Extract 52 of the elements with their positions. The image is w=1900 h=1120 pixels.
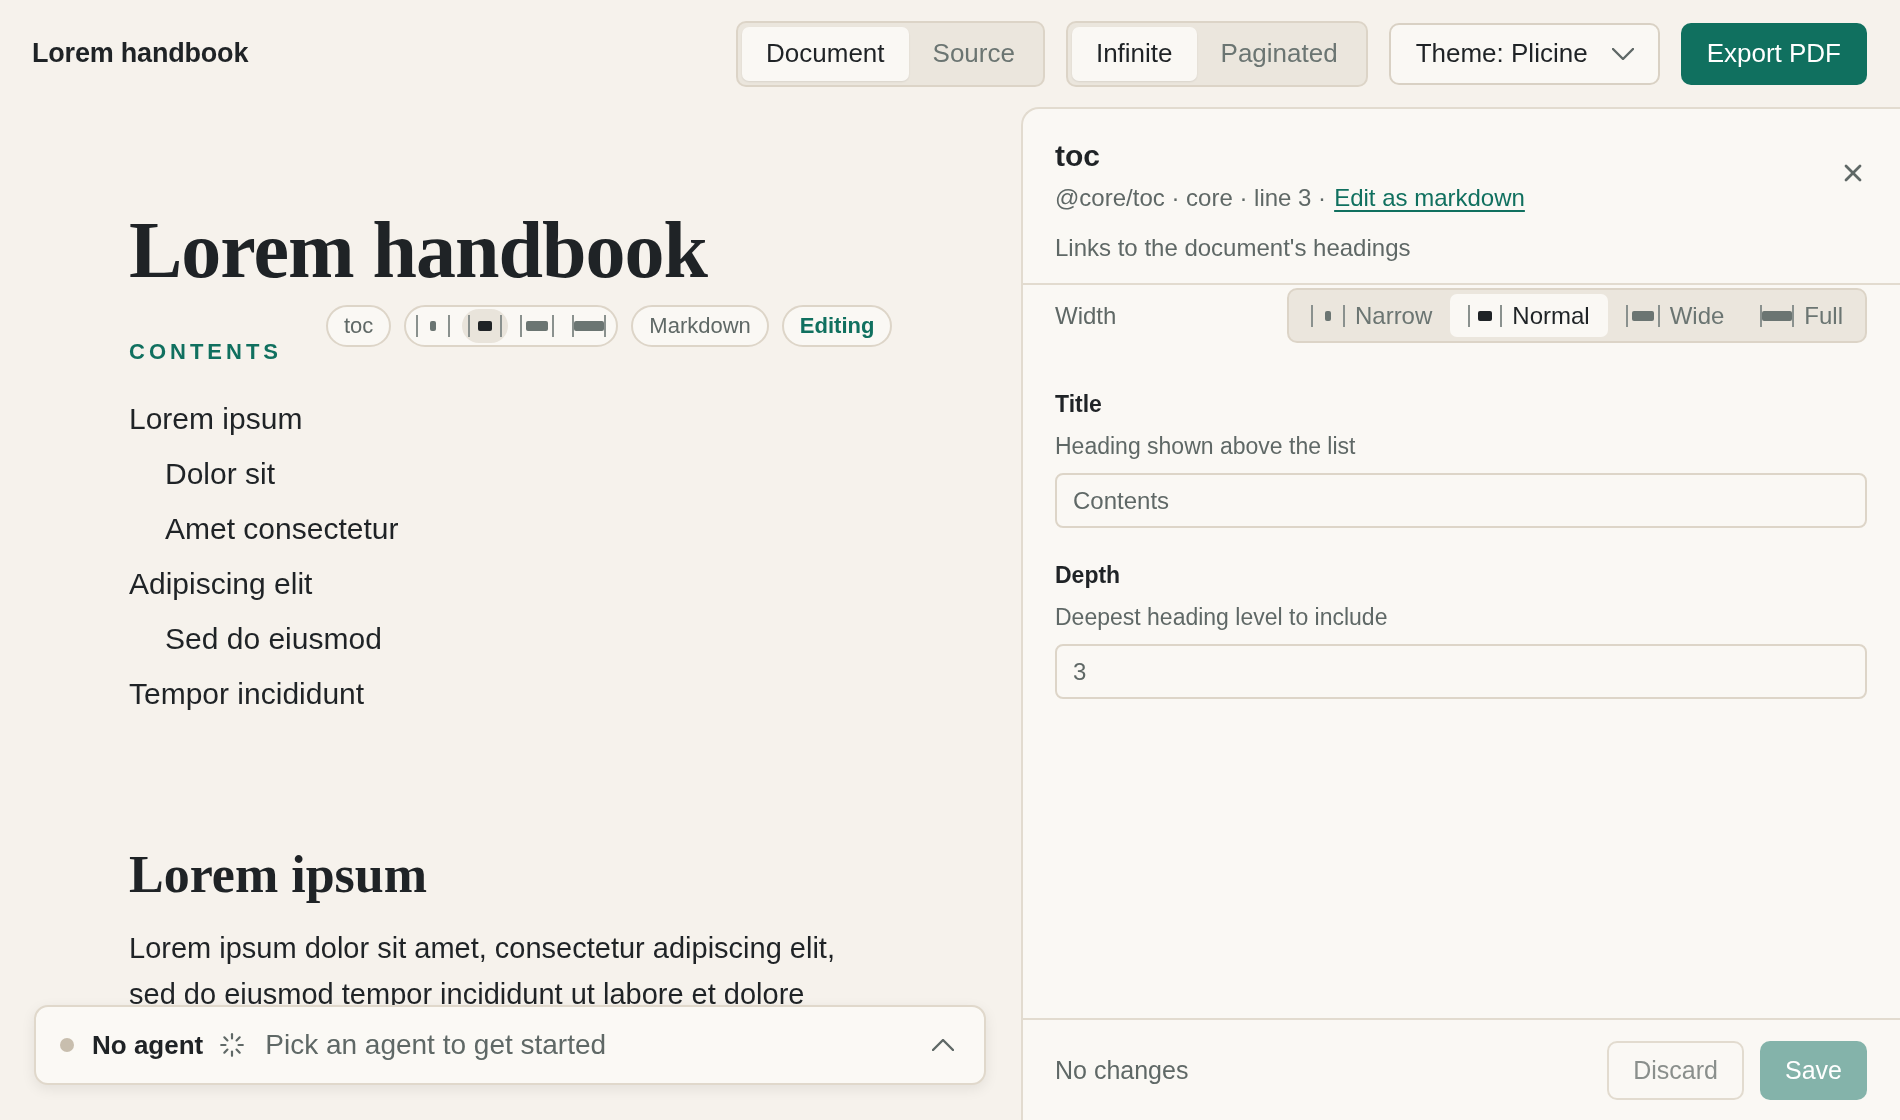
block-description: Links to the document's headings xyxy=(1055,233,1412,263)
toc-link[interactable]: Dolor sit xyxy=(165,446,276,501)
width-icon xyxy=(416,314,451,338)
width-icon xyxy=(1760,303,1795,328)
export-button[interactable]: Export PDF xyxy=(1680,22,1867,85)
theme-dropdown[interactable]: Theme: Plicine xyxy=(1388,22,1660,85)
editing-chip[interactable]: Editing xyxy=(781,305,893,347)
width-tab[interactable]: Normal xyxy=(1450,294,1608,337)
toc-link[interactable]: Lorem ipsum xyxy=(129,391,303,446)
agent-status: No agent xyxy=(92,1029,204,1061)
width-icon xyxy=(1468,303,1503,328)
status-dot xyxy=(60,1038,74,1052)
width-tab[interactable]: Full xyxy=(1742,294,1861,337)
toc-link[interactable]: Adipiscing elit xyxy=(129,556,313,611)
change-status: No changes xyxy=(1055,1055,1189,1085)
width-tab[interactable]: Narrow xyxy=(1292,294,1451,337)
input-field[interactable]: Contents xyxy=(1055,473,1867,528)
layout-tab[interactable]: Paginated xyxy=(1196,26,1362,81)
view-tab[interactable]: Document xyxy=(742,26,909,81)
field-hint: Heading shown above the list xyxy=(1055,432,1357,461)
edit-markdown-link[interactable]: Edit as markdown xyxy=(1334,181,1525,215)
chevron-up-icon[interactable] xyxy=(932,1039,954,1051)
field-label: Title xyxy=(1055,390,1103,419)
app-title: Lorem handbook xyxy=(32,38,249,69)
width-icon xyxy=(572,314,607,338)
spinner-icon xyxy=(219,1032,246,1058)
document-title: Lorem handbook xyxy=(129,207,709,293)
input-field[interactable]: 3 xyxy=(1055,644,1867,699)
section-heading: Lorem ipsum xyxy=(129,845,429,905)
width-icon xyxy=(1310,303,1345,328)
width-option[interactable] xyxy=(462,309,509,343)
chevron-down-icon xyxy=(1611,47,1634,60)
width-icon xyxy=(1625,303,1660,328)
view-tab[interactable]: Source xyxy=(908,26,1039,81)
toc-link[interactable]: Tempor incididunt xyxy=(129,666,365,721)
block-meta: @core/toc · core · line 3 · xyxy=(1055,183,1327,213)
width-tab[interactable]: Wide xyxy=(1607,294,1743,337)
width-icon xyxy=(520,314,555,338)
field-hint: Deepest heading level to include xyxy=(1055,603,1389,632)
layout-tab[interactable]: Infinite xyxy=(1071,26,1197,81)
contents-heading: CONTENTS xyxy=(129,339,282,365)
block-title: toc xyxy=(1055,138,1101,174)
toc-link[interactable]: Sed do eiusmod xyxy=(165,611,382,666)
markdown-chip[interactable]: Markdown xyxy=(631,305,769,347)
toc-link[interactable]: Amet consectetur xyxy=(165,501,399,556)
block-name-chip[interactable]: toc xyxy=(326,305,392,347)
agent-bar[interactable]: No agent Pick an agent to get started xyxy=(34,1005,986,1085)
agent-prompt: Pick an agent to get started xyxy=(265,1029,607,1061)
discard-button[interactable]: Discard xyxy=(1607,1040,1744,1100)
width-label: Width xyxy=(1055,301,1117,330)
width-icon xyxy=(468,314,503,338)
field-label: Depth xyxy=(1055,561,1122,590)
